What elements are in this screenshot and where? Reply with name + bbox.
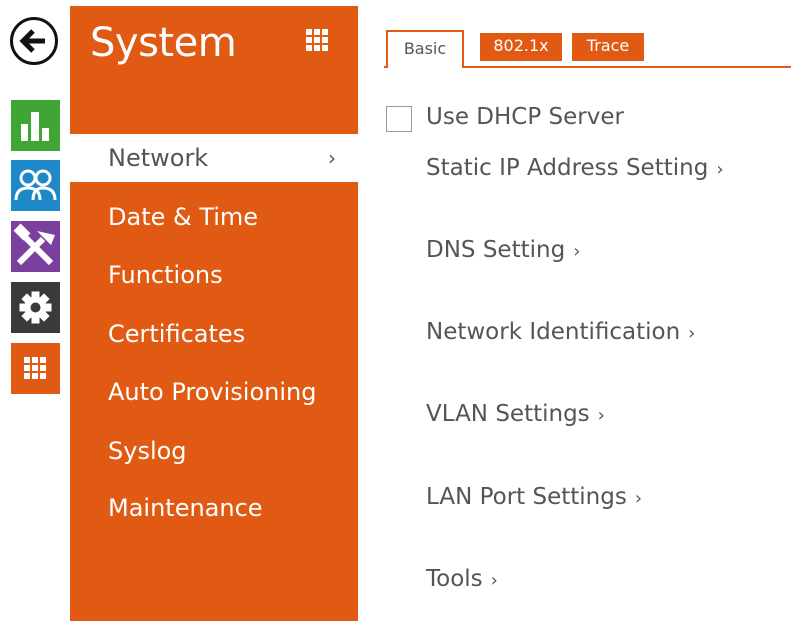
status-button[interactable] [11,100,60,151]
section-label: Tools [426,566,483,592]
vlan-settings-link[interactable]: VLAN Settings › [426,401,605,427]
sidebar-item-label: Network [108,144,209,172]
chevron-right-icon: › [597,405,605,426]
sidebar-item-label: Functions [108,261,223,289]
chevron-right-icon: › [634,488,643,509]
sidebar-item-label: Date & Time [108,203,259,231]
sidebar-title: System [90,20,237,66]
section-label: Network Identification [426,319,681,345]
apps-button[interactable] [11,343,60,394]
sidebar-item-label: Certificates [108,320,246,348]
tab-802-1x[interactable]: 802.1x [480,33,562,61]
status-chart-icon [11,100,60,151]
sidebar-item-auto-provisioning[interactable]: Auto Provisioning [70,368,358,416]
settings-gear-icon [11,282,60,333]
back-button[interactable] [10,17,58,65]
tools-button[interactable] [11,221,60,272]
tab-trace[interactable]: Trace [572,33,644,61]
section-label: VLAN Settings [426,401,590,427]
sidebar-item-label: Syslog [108,437,187,465]
apps-grid-icon[interactable] [306,29,330,51]
sidebar-item-label: Maintenance [108,494,263,522]
chevron-right-icon: › [688,323,696,344]
dns-setting-link[interactable]: DNS Setting › [426,237,580,263]
apps-grid-icon [11,343,60,394]
back-arrow-icon [19,29,45,53]
sidebar-item-certificates[interactable]: Certificates [70,310,358,358]
settings-button[interactable] [11,282,60,333]
static-ip-address-setting-link[interactable]: Static IP Address Setting › [426,155,724,181]
section-label: DNS Setting [426,237,566,263]
chevron-right-icon: › [490,570,498,591]
network-identification-link[interactable]: Network Identification › [426,319,695,345]
sidebar: System Network › Date & Time Functions C… [70,6,358,621]
sidebar-item-syslog[interactable]: Syslog [70,427,358,475]
sidebar-item-date-time[interactable]: Date & Time [70,193,358,241]
users-icon [11,160,60,211]
chevron-right-icon: › [328,146,336,170]
users-button[interactable] [11,160,60,211]
section-label: LAN Port Settings [426,484,627,510]
tab-basic[interactable]: Basic [386,30,464,68]
tools-icon [11,221,60,272]
chevron-right-icon: › [716,159,724,180]
use-dhcp-checkbox[interactable] [386,106,412,132]
sidebar-item-network[interactable]: Network › [70,134,358,182]
chevron-right-icon: › [573,241,581,262]
tools-link[interactable]: Tools › [426,566,498,592]
sidebar-item-label: Auto Provisioning [108,378,317,406]
use-dhcp-label: Use DHCP Server [426,104,624,130]
section-label: Static IP Address Setting [426,155,709,181]
lan-port-settings-link[interactable]: LAN Port Settings › [426,484,642,510]
sidebar-item-functions[interactable]: Functions [70,251,358,299]
sidebar-item-maintenance[interactable]: Maintenance [70,484,358,532]
